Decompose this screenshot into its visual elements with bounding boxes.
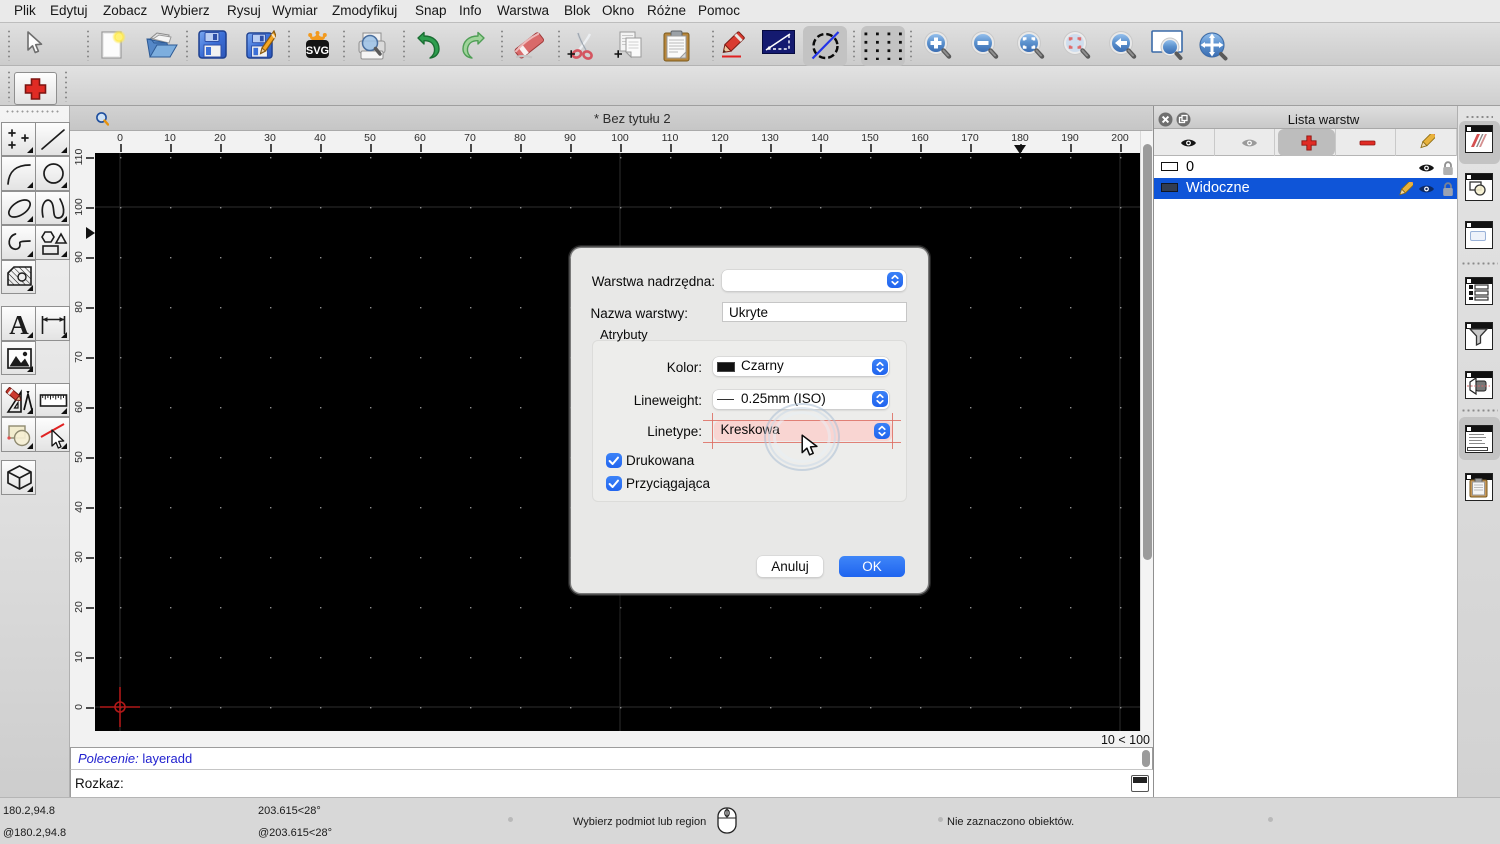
svg-text:SVG: SVG	[306, 45, 329, 57]
